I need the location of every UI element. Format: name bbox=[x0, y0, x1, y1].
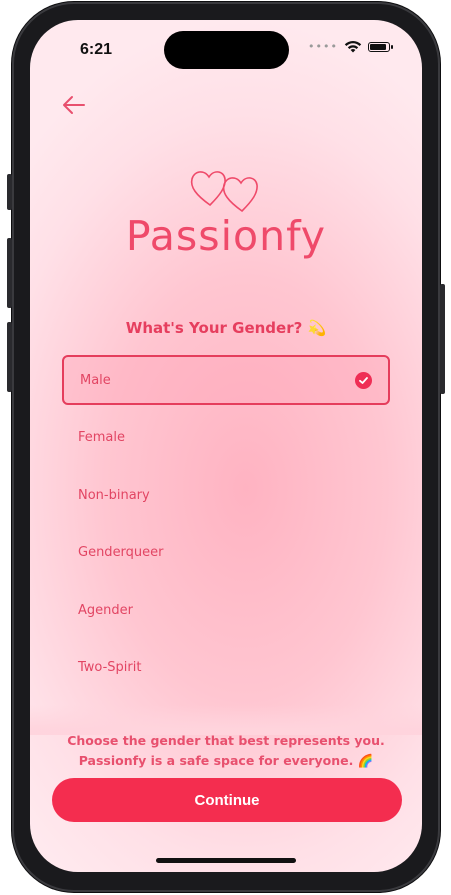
option-two-spirit[interactable]: Two-Spirit bbox=[62, 643, 390, 693]
dynamic-island bbox=[164, 31, 289, 69]
gender-options-list: Male Female Non-binary Genderqueer Agend… bbox=[62, 355, 390, 701]
option-non-binary[interactable]: Non-binary bbox=[62, 470, 390, 520]
note-line-1: Choose the gender that best represents y… bbox=[67, 733, 385, 748]
option-label: Male bbox=[80, 372, 111, 388]
arrow-left-icon bbox=[63, 96, 85, 114]
wifi-icon bbox=[344, 41, 362, 53]
note-line-2: Passionfy is a safe space for everyone. … bbox=[78, 753, 374, 768]
volume-down-button bbox=[7, 322, 12, 392]
gender-question: What's Your Gender? 💫 bbox=[125, 319, 327, 337]
continue-button[interactable]: Continue bbox=[52, 778, 402, 822]
app-screen: 6:21 •••• Passionfy What's Your Gender? … bbox=[30, 20, 422, 872]
home-indicator bbox=[156, 858, 296, 863]
status-icons: •••• bbox=[308, 39, 393, 53]
option-male[interactable]: Male bbox=[62, 355, 390, 405]
gender-note: Choose the gender that best represents y… bbox=[30, 731, 422, 771]
check-icon bbox=[355, 372, 372, 389]
option-female[interactable]: Female bbox=[62, 413, 390, 463]
option-label: Agender bbox=[78, 602, 133, 618]
double-heart-logo bbox=[190, 171, 258, 213]
status-time: 6:21 bbox=[80, 41, 113, 58]
option-genderqueer[interactable]: Genderqueer bbox=[62, 528, 390, 578]
volume-up-button bbox=[7, 238, 12, 308]
power-button bbox=[440, 284, 445, 394]
option-label: Non-binary bbox=[78, 487, 150, 503]
option-label: Female bbox=[78, 430, 126, 446]
cellular-dots-icon: •••• bbox=[308, 39, 338, 53]
battery-icon bbox=[368, 41, 393, 52]
option-label: Two-Spirit bbox=[78, 660, 142, 676]
brand-name: Passionfy bbox=[125, 212, 327, 260]
side-button bbox=[7, 174, 12, 210]
option-agender[interactable]: Agender bbox=[62, 585, 390, 635]
option-label: Genderqueer bbox=[78, 545, 164, 561]
back-button[interactable] bbox=[60, 92, 88, 118]
